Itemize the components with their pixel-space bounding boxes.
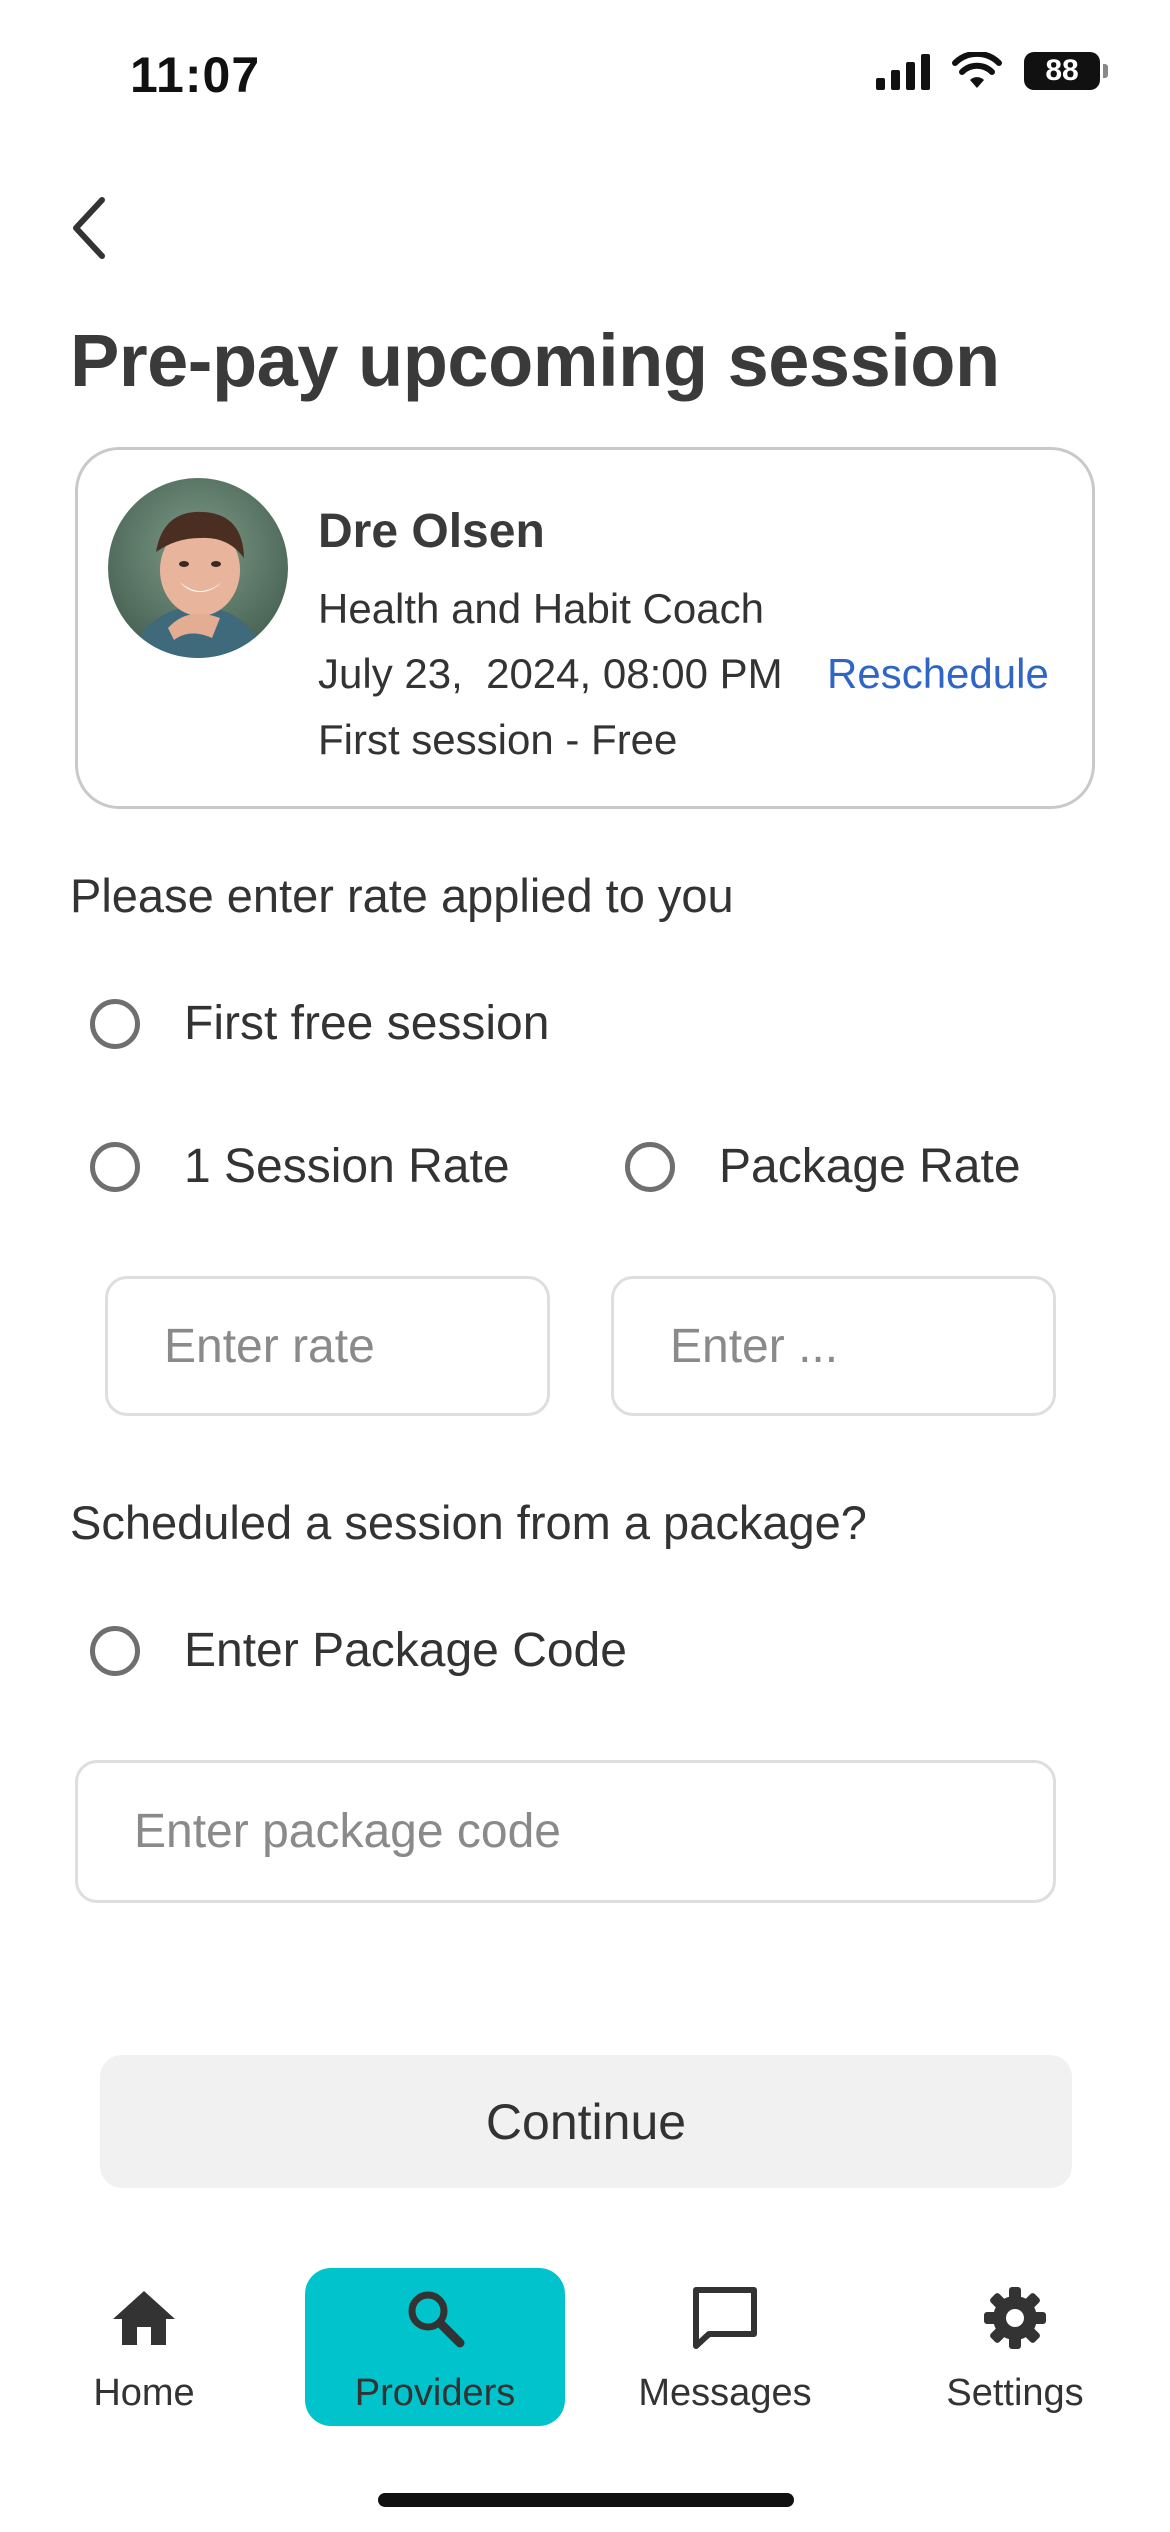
radio-label: Package Rate xyxy=(719,1140,1021,1193)
nav-label: Home xyxy=(93,2372,195,2414)
gear-icon xyxy=(975,2278,1055,2358)
provider-name: Dre Olsen xyxy=(318,505,545,558)
chevron-left-icon xyxy=(73,197,105,259)
back-button[interactable] xyxy=(58,188,118,268)
reschedule-link[interactable]: Reschedule xyxy=(827,650,1049,698)
radio-first-free[interactable]: First free session xyxy=(90,996,549,1051)
radio-button[interactable] xyxy=(625,1141,675,1192)
search-icon xyxy=(395,2278,475,2358)
nav-item-settings[interactable]: Settings xyxy=(930,2268,1100,2426)
signal-icon xyxy=(876,52,930,90)
single-rate-input[interactable] xyxy=(105,1276,550,1416)
status-icons: 88 xyxy=(876,52,1108,90)
nav-label: Providers xyxy=(354,2372,516,2414)
package-section-label: Scheduled a session from a package? xyxy=(70,1496,867,1549)
nav-item-providers[interactable]: Providers xyxy=(305,2268,565,2426)
radio-label: 1 Session Rate xyxy=(184,1140,510,1193)
page-title: Pre-pay upcoming session xyxy=(70,319,1000,402)
status-time: 11:07 xyxy=(130,47,261,103)
provider-role: Health and Habit Coach xyxy=(318,585,764,632)
rate-section-label: Please enter rate applied to you xyxy=(70,869,734,922)
nav-item-home[interactable]: Home xyxy=(64,2268,224,2426)
radio-button[interactable] xyxy=(90,1141,140,1192)
nav-label: Settings xyxy=(946,2372,1084,2414)
continue-button[interactable]: Continue xyxy=(100,2055,1072,2188)
radio-label: First free session xyxy=(184,997,550,1050)
radio-package-rate[interactable]: Package Rate xyxy=(625,1139,1021,1194)
home-icon xyxy=(104,2278,184,2358)
radio-button[interactable] xyxy=(90,998,140,1049)
package-code-input[interactable] xyxy=(75,1760,1056,1903)
radio-label: Enter Package Code xyxy=(184,1624,627,1677)
nav-item-messages[interactable]: Messages xyxy=(630,2268,820,2426)
radio-single-session-rate[interactable]: 1 Session Rate xyxy=(90,1139,510,1194)
message-icon xyxy=(685,2278,765,2358)
session-datetime: July 23, 2024, 08:00 PM xyxy=(318,650,783,697)
home-indicator xyxy=(378,2493,794,2507)
radio-button[interactable] xyxy=(90,1625,140,1676)
provider-avatar xyxy=(108,478,288,658)
package-rate-input[interactable] xyxy=(611,1276,1056,1416)
session-note: First session - Free xyxy=(318,716,678,763)
nav-label: Messages xyxy=(638,2372,812,2414)
battery-icon: 88 xyxy=(1024,52,1108,90)
wifi-icon xyxy=(952,52,1002,88)
radio-package-code[interactable]: Enter Package Code xyxy=(90,1623,627,1678)
